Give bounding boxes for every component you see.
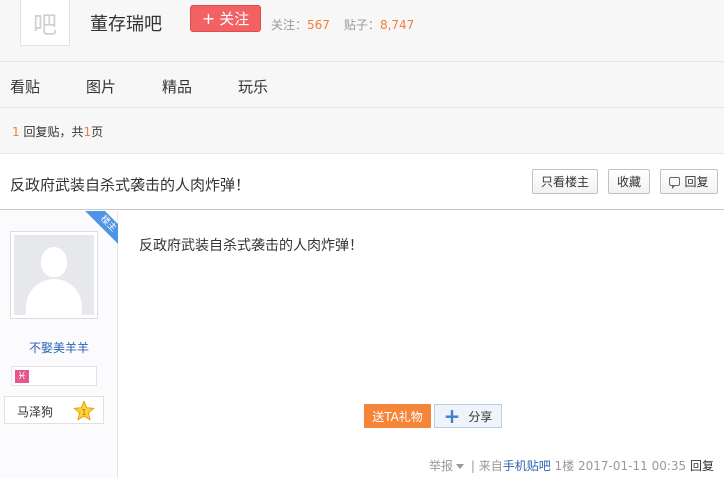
reply-button[interactable]: 回复: [660, 169, 718, 194]
page-label: 页: [91, 125, 104, 139]
favorite-button[interactable]: 收藏: [608, 169, 650, 194]
page-count: 1: [83, 125, 92, 139]
post-timestamp: 2017-01-11 00:35: [578, 459, 687, 473]
follow-button-label: 关注: [219, 10, 250, 28]
tab-posts[interactable]: 看贴: [10, 76, 40, 97]
thread-title-bar: 反政府武装自杀式袭击的人肉炸弹！ 只看楼主 收藏 回复: [0, 154, 724, 210]
author-name[interactable]: 不娶美羊羊: [0, 339, 118, 356]
forum-tabs: 看贴 图片 精品 玩乐: [0, 62, 724, 108]
footer-separator: |: [470, 459, 475, 473]
only-op-button[interactable]: 只看楼主: [532, 169, 598, 194]
floor-number: 1楼: [554, 459, 575, 473]
op-corner-badge: 楼主: [78, 211, 118, 251]
follow-button[interactable]: + 关注: [190, 5, 261, 32]
author-panel: 不娶美羊羊 ♓ 马泽狗 1 楼主: [0, 211, 118, 478]
post-reply-link[interactable]: 回复: [690, 459, 714, 473]
forum-avatar[interactable]: 吧: [20, 0, 70, 46]
posts-label: 贴子：: [343, 18, 380, 32]
forum-avatar-char: 吧: [33, 11, 57, 39]
reply-button-label: 回复: [684, 175, 709, 189]
post-content: 反政府武装自杀式袭击的人肉炸弹！: [139, 238, 363, 254]
forum-stats: 关注：567 贴子：8,747: [271, 16, 414, 33]
post-floor-1: 不娶美羊羊 ♓ 马泽狗 1 楼主 反政府武装自杀式袭击的人肉炸弹！ 送TA礼物 …: [0, 211, 724, 478]
report-link[interactable]: 举报: [429, 459, 453, 473]
followers-count: 567: [307, 18, 330, 32]
plus-icon: +: [201, 9, 216, 28]
posts-count: 8,747: [379, 18, 415, 32]
author-badges: ♓: [11, 366, 97, 386]
forum-name[interactable]: 董存瑞吧: [90, 10, 162, 36]
post-footer: 举报 | 来自手机贴吧 1楼 2017-01-11 00:35 回复: [429, 457, 714, 474]
svg-text:1: 1: [81, 408, 86, 417]
tab-fun[interactable]: 玩乐: [238, 76, 268, 97]
tab-images[interactable]: 图片: [86, 76, 116, 97]
pager-bar: 1 回复贴，共1页: [0, 108, 724, 154]
share-button[interactable]: + 分享: [434, 404, 502, 428]
source-link[interactable]: 手机贴吧: [503, 459, 551, 473]
pisces-icon[interactable]: ♓: [15, 370, 29, 383]
level-title: 马泽狗: [17, 405, 54, 419]
author-level[interactable]: 马泽狗 1: [4, 396, 104, 424]
reply-count: 1: [12, 125, 20, 139]
reply-count-label: 回复贴，共: [23, 125, 84, 139]
share-button-label: 分享: [468, 409, 493, 424]
reply-bubble-icon: [669, 177, 681, 189]
forum-header: 吧 董存瑞吧 + 关注 关注：567 贴子：8,747: [0, 0, 724, 62]
op-badge-label: 楼主: [83, 211, 118, 249]
chevron-down-icon[interactable]: [455, 464, 464, 469]
level-star-icon: 1: [73, 400, 95, 421]
thread-title: 反政府武装自杀式袭击的人肉炸弹！: [10, 176, 251, 194]
send-gift-button[interactable]: 送TA礼物: [364, 404, 431, 428]
pager-summary: 1 回复贴，共1页: [12, 123, 103, 140]
followers-label: 关注：: [271, 18, 308, 32]
share-plus-icon: +: [443, 404, 461, 428]
tab-featured[interactable]: 精品: [162, 76, 192, 97]
source-prefix: 来自: [478, 459, 503, 473]
